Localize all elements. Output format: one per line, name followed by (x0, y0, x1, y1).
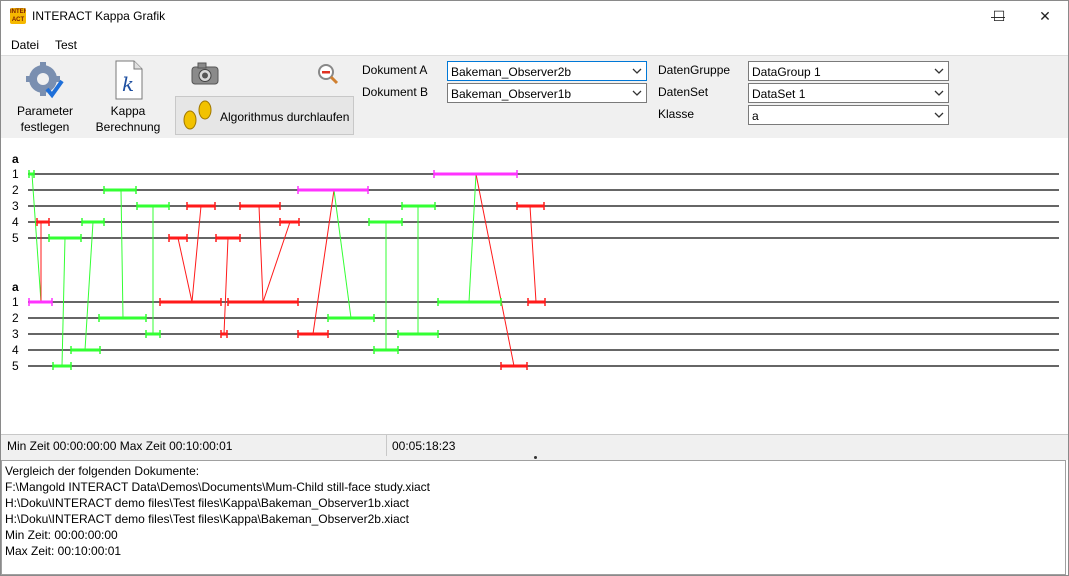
graph-connector (120, 189, 124, 319)
output-line: Vergleich der folgenden Dokumente: (5, 464, 200, 478)
zoom-button[interactable] (314, 62, 340, 86)
graph-row-label: 3 (12, 199, 19, 213)
dokument-b-label: Dokument B (362, 85, 429, 99)
graph-top-class-label: a (12, 152, 19, 166)
klasse-select[interactable]: a (748, 105, 949, 125)
status-bar: Min Zeit 00:00:00:00 Max Zeit 00:10:00:0… (1, 434, 1068, 457)
status-min-max: Min Zeit 00:00:00:00 Max Zeit 00:10:00:0… (7, 439, 233, 453)
datenset-value: DataSet 1 (752, 87, 806, 101)
kappa-graph[interactable]: aa1122334455 (1, 138, 1068, 434)
algorithm-button[interactable]: Algorithmus durchlaufen (175, 96, 354, 135)
parameter-label-2: festlegen (20, 120, 70, 134)
dokument-a-select[interactable]: Bakeman_Observer2b (447, 61, 647, 81)
graph-connector (529, 205, 537, 303)
maximize-button-glyph-host[interactable]: ☐ (976, 1, 1022, 32)
chevron-down-icon (934, 68, 944, 74)
close-icon: ✕ (1039, 8, 1051, 24)
klasse-value: a (752, 109, 759, 123)
app-window: INTER ACT INTERACT Kappa Grafik — ☐ ✕ Da… (0, 0, 1069, 576)
splitter-grip-icon (534, 456, 537, 459)
output-line: H:\Doku\INTERACT demo files\Test files\K… (5, 496, 409, 510)
menu-test[interactable]: Test (55, 38, 77, 52)
app-logo-text: INTER ACT (10, 9, 26, 23)
graph-row-label: 1 (12, 295, 19, 309)
klasse-label: Klasse (658, 107, 695, 121)
graph-connector (84, 221, 94, 351)
graph-row-label: 3 (12, 327, 19, 341)
graph-row-label: 5 (12, 231, 19, 245)
footsteps-icon (183, 100, 212, 130)
graph-connector (262, 221, 291, 303)
graph-row-label: 5 (12, 359, 19, 373)
parameter-button[interactable]: Parameter festlegen (9, 59, 81, 135)
chevron-down-icon (934, 112, 944, 118)
dokument-a-label: Dokument A (362, 63, 428, 77)
menu-datei[interactable]: Datei (11, 38, 39, 52)
status-cursor-time: 00:05:18:23 (392, 439, 456, 453)
graph-connector (177, 237, 193, 303)
dokument-b-value: Bakeman_Observer1b (451, 87, 572, 101)
kappa-document-icon: k (115, 60, 143, 100)
datenset-label: DatenSet (658, 85, 709, 99)
graph-row-label: 2 (12, 183, 19, 197)
graph-connector (312, 189, 335, 335)
dokument-b-select[interactable]: Bakeman_Observer1b (447, 83, 647, 103)
graph-row-label: 4 (12, 343, 19, 357)
kappa-graph-canvas[interactable]: aa1122334455 (1, 138, 1068, 434)
graph-row-label: 1 (12, 167, 19, 181)
graph-connector (258, 205, 264, 303)
datenset-select[interactable]: DataSet 1 (748, 83, 949, 103)
output-line: H:\Doku\INTERACT demo files\Test files\K… (5, 512, 409, 526)
window-title: INTERACT Kappa Grafik (32, 9, 166, 23)
graph-connector (475, 173, 515, 367)
graph-bottom-class-label: a (12, 280, 19, 294)
chevron-down-icon (934, 90, 944, 96)
graph-connector (191, 205, 202, 303)
output-line: Max Zeit: 00:10:00:01 (5, 544, 122, 558)
datengruppe-label: DatenGruppe (658, 63, 731, 77)
kappa-button[interactable]: k Kappa Berechnung (91, 59, 165, 135)
parameter-label-1: Parameter (16, 104, 74, 118)
kappa-label-2: Berechnung (95, 120, 161, 134)
output-line: Min Zeit: 00:00:00:00 (5, 528, 118, 542)
app-logo-icon: INTER ACT (10, 8, 26, 24)
close-button[interactable]: ✕ (1022, 1, 1068, 32)
camera-button[interactable] (190, 61, 220, 87)
title-bar: INTER ACT INTERACT Kappa Grafik — ☐ ✕ (1, 1, 1068, 32)
svg-text:k: k (122, 72, 134, 96)
graph-connector (333, 189, 352, 319)
chevron-down-icon (632, 90, 642, 96)
dokument-a-value: Bakeman_Observer2b (451, 65, 572, 79)
chevron-down-icon (632, 68, 642, 74)
datengruppe-select[interactable]: DataGroup 1 (748, 61, 949, 81)
datengruppe-value: DataGroup 1 (752, 65, 821, 79)
gear-icon (26, 62, 64, 99)
output-line: F:\Mangold INTERACT Data\Demos\Documents… (5, 480, 431, 494)
camera-icon (191, 62, 219, 85)
algorithm-label: Algorithmus durchlaufen (220, 110, 350, 124)
graph-connector (223, 237, 229, 335)
kappa-label-1: Kappa (110, 104, 146, 118)
zoom-out-icon (318, 64, 339, 85)
maximize-icon: ☐ (992, 8, 1006, 24)
output-log[interactable]: Vergleich der folgenden Dokumente: F:\Ma… (1, 460, 1066, 575)
graph-row-label: 2 (12, 311, 19, 325)
graph-row-label: 4 (12, 215, 19, 229)
status-divider (386, 435, 387, 457)
menu-bar: Datei Test (1, 33, 1068, 55)
